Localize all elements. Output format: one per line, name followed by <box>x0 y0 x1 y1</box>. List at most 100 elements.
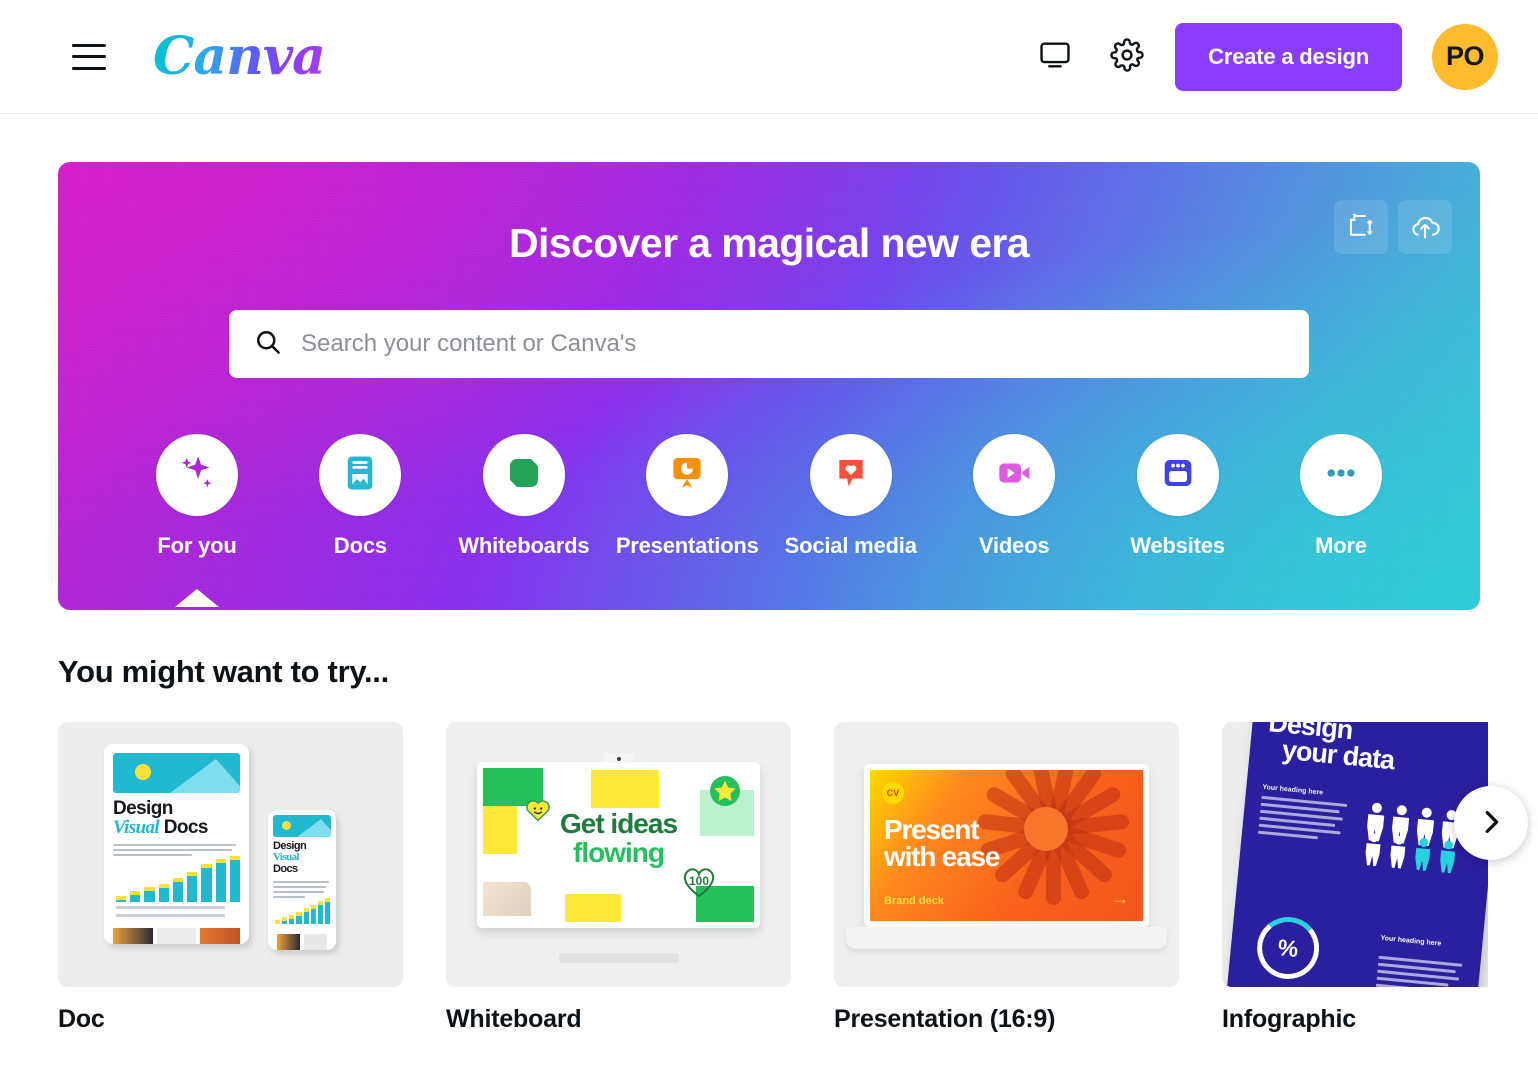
svg-text:100: 100 <box>689 874 709 888</box>
card-label: Infographic <box>1222 1005 1356 1033</box>
custom-size-button[interactable] <box>1334 200 1388 254</box>
category-videos[interactable]: Videos <box>939 434 1089 559</box>
hero-inner: Discover a magical new era Search your c… <box>58 162 1480 610</box>
suggestion-card-doc[interactable]: Design Visual Docs Design Visual Docs Do… <box>58 722 403 1034</box>
heart-bubble-icon <box>831 453 871 498</box>
search-icon <box>253 327 283 362</box>
card-thumbnail: CV Present with ease Brand deck → <box>834 722 1179 987</box>
doc-body-lines <box>273 881 331 899</box>
search-bar[interactable] <box>229 310 1309 378</box>
suggestion-card-infographic[interactable]: Design your data Your heading here % You… <box>1222 722 1488 1034</box>
poster-body-2 <box>1375 955 1463 987</box>
cloud-upload-icon <box>1409 210 1441 245</box>
tablet-mockup: Design Visual Docs <box>104 744 249 944</box>
card-label: Presentation (16:9) <box>834 1005 1056 1033</box>
photo-block <box>483 882 531 916</box>
category-row: For you Docs Whiteboards Presentations S… <box>58 378 1480 607</box>
hamburger-icon[interactable] <box>72 43 106 70</box>
sun-shape <box>282 821 291 830</box>
card-label: Doc <box>58 1005 105 1033</box>
doc-photo-strip <box>113 928 241 944</box>
category-label: Videos <box>978 533 1050 558</box>
headline-line-2: your data <box>1280 734 1396 776</box>
category-social-media[interactable]: Social media <box>776 434 926 559</box>
category-icon-wrap <box>809 434 892 516</box>
custom-size-icon <box>1346 211 1376 244</box>
card-thumbnail: Design your data Your heading here % You… <box>1222 722 1488 987</box>
category-label: Social media <box>784 533 917 558</box>
card-label: Whiteboard <box>446 1005 582 1033</box>
sparkles-icon <box>174 450 220 501</box>
suggestion-card-whiteboard[interactable]: 100 Get ideas flowing Whiteboard <box>446 722 791 1034</box>
percent-donut: % <box>1254 914 1322 982</box>
doc-title-italic: Visual <box>273 851 300 863</box>
doc-title-line-1: Design <box>113 798 173 819</box>
whiteboard-icon <box>504 453 544 498</box>
category-label: More <box>1315 533 1367 558</box>
phone-mockup: Design Visual Docs <box>268 810 336 950</box>
slide-headline: Present with ease <box>884 815 1000 873</box>
active-indicator-arrow <box>175 589 219 607</box>
doc-artwork: Design Visual Docs Design Visual Docs <box>58 722 403 987</box>
whiteboard-canvas: 100 Get ideas flowing <box>483 768 754 922</box>
display-settings-button[interactable] <box>1031 33 1079 81</box>
doc-title-rest: Docs <box>163 817 209 838</box>
monitor-icon <box>1038 38 1072 75</box>
poster-mockup: Design your data Your heading here % You… <box>1225 722 1488 987</box>
mountain-shape <box>297 819 331 837</box>
section-heading: You might want to try... <box>58 654 389 689</box>
card-thumbnail: 100 Get ideas flowing <box>446 722 791 987</box>
suggestion-card-presentation[interactable]: CV Present with ease Brand deck → Presen… <box>834 722 1179 1034</box>
category-icon-wrap <box>482 434 565 516</box>
browser-window-icon <box>1158 453 1198 498</box>
infographic-artwork: Design your data Your heading here % You… <box>1222 722 1488 987</box>
category-whiteboards[interactable]: Whiteboards <box>449 434 599 559</box>
app-header: Canva Create a design PO <box>0 0 1538 114</box>
category-websites[interactable]: Websites <box>1103 434 1253 559</box>
headline-line-2: with ease <box>884 841 1000 873</box>
category-icon-wrap <box>1299 434 1382 516</box>
category-label: For you <box>157 533 237 558</box>
presentation-icon <box>666 452 708 499</box>
chevron-right-icon <box>1476 807 1506 840</box>
category-more[interactable]: More <box>1266 434 1416 559</box>
category-presentations[interactable]: Presentations <box>612 434 762 559</box>
category-docs[interactable]: Docs <box>285 434 435 559</box>
hundred-doodle: 100 <box>678 860 720 900</box>
mountain-shape <box>170 759 240 793</box>
category-icon-wrap <box>973 434 1056 516</box>
upload-button[interactable] <box>1398 200 1452 254</box>
hamburger-bar <box>72 55 106 58</box>
canva-logo[interactable]: Canva <box>153 30 326 83</box>
yellow-block <box>565 894 621 922</box>
doc-photo-strip <box>277 934 327 950</box>
category-icon-wrap <box>319 434 402 516</box>
category-label: Websites <box>1130 533 1225 558</box>
search-input[interactable] <box>301 330 1285 358</box>
headline-line-1: Get ideas <box>559 808 678 839</box>
monitor-stand <box>558 953 679 963</box>
poster-body-1 <box>1257 795 1348 842</box>
hero-tools <box>1334 200 1452 254</box>
poster-headline: Design your data <box>1265 722 1487 783</box>
avatar[interactable]: PO <box>1432 23 1498 90</box>
settings-button[interactable] <box>1103 33 1151 81</box>
arrow-right-icon: → <box>1112 889 1129 908</box>
category-icon-wrap <box>1136 434 1219 516</box>
laptop-base <box>846 927 1167 949</box>
hero-title: Discover a magical new era <box>509 220 1030 266</box>
webcam-icon <box>603 753 634 763</box>
whiteboard-artwork: 100 Get ideas flowing <box>446 722 791 987</box>
slide-footer-label: Brand deck <box>884 895 944 907</box>
create-a-design-button[interactable]: Create a design <box>1175 22 1402 91</box>
yellow-block <box>483 806 517 854</box>
presentation-artwork: CV Present with ease Brand deck → <box>834 722 1179 987</box>
card-thumbnail: Design Visual Docs Design Visual Docs <box>58 722 403 987</box>
suggestion-card-list: Design Visual Docs Design Visual Docs Do… <box>0 690 1538 1034</box>
carousel-next-button[interactable] <box>1454 786 1528 860</box>
ellipsis-icon <box>1320 452 1362 499</box>
category-for-you[interactable]: For you <box>122 434 272 607</box>
yellow-block <box>591 770 659 808</box>
doc-checklist <box>116 906 240 922</box>
poster-subheading-2: Your heading here <box>1380 934 1442 948</box>
